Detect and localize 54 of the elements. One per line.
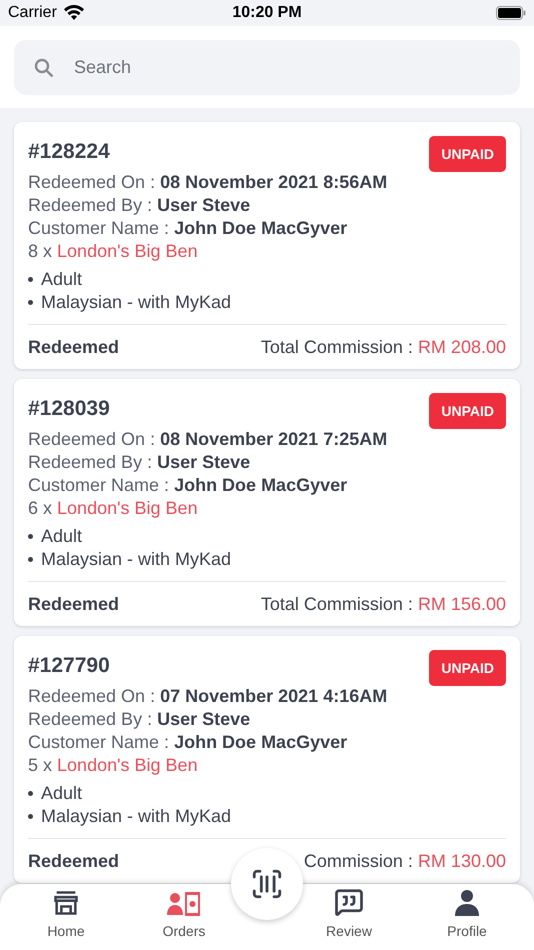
order-detail: Customer Name : John Doe MacGyver [28,474,348,497]
person-icon [454,889,480,917]
search-icon [34,58,54,78]
search-bar[interactable]: Search [14,40,520,95]
order-detail: Redeemed On : 08 November 2021 8:56AM [28,171,388,194]
commission-total: Commission : RM 130.00 [304,850,506,872]
battery-icon [496,6,526,20]
bullet-icon [28,814,33,819]
ticket-option: Malaysian - with MyKad [41,805,232,828]
bullet-icon [28,557,33,562]
order-detail: Redeemed By : User Steve [28,451,252,474]
wifi-icon [62,5,85,21]
order-card[interactable]: #128039 UNPAID Redeemed On : 08 November 2021 7:25AM Redeemed By : User Steve Customer Name : John Doe MacGyver 6 x London's Big Ben Adult Malaysian - with MyKad Redeemed Total Commission : RM 156.00 [14,379,520,626]
tab-bar-item[interactable]: Review [326,884,372,950]
order-detail: Redeemed On : 08 November 2021 7:25AM [28,428,388,451]
barcode-scan-icon [250,867,284,901]
carrier-name: Carrier [8,4,57,22]
order-number: #128039 [28,396,110,422]
store-icon [52,889,80,917]
clock-time: 10:20 PM [232,4,302,22]
quote-bubble-icon [334,887,364,917]
order-number: #128224 [28,139,110,165]
order-detail: Redeemed On : 07 November 2021 4:16AM [28,685,388,708]
order-item: 6 x London's Big Ben [28,497,199,520]
bullet-icon [28,534,33,539]
tab-bar-item[interactable]: Home [47,884,85,950]
bullet-icon [28,277,33,282]
order-item: 5 x London's Big Ben [28,754,199,777]
commission-total: Total Commission : RM 156.00 [260,594,506,614]
redemption-status: Redeemed [28,850,120,872]
order-detail: Redeemed By : User Steve [28,194,252,217]
payment-status-badge: UNPAID [429,393,506,429]
order-card[interactable]: #127790 UNPAID Redeemed On : 07 November 2021 4:16AM Redeemed By : User Steve Customer Name : John Doe MacGyver 5 x London's Big Ben Adult Malaysian - with MyKad Redeemed Commission : RM 130.00 [14,636,520,883]
bullet-icon [28,791,33,796]
commission-total: Total Commission : RM 208.00 [260,336,506,358]
payment-status-badge: UNPAID [429,136,506,172]
ticket-option: Adult [41,782,82,805]
person-banknote-icon [166,891,201,917]
order-detail: Redeemed By : User Steve [28,708,252,731]
redemption-status: Redeemed [28,594,120,614]
bullet-icon [28,300,33,305]
order-detail: Customer Name : John Doe MacGyver [28,731,348,754]
order-card[interactable]: #128224 UNPAID Redeemed On : 08 November 2021 8:56AM Redeemed By : User Steve Customer Name : John Doe MacGyver 8 x London's Big Ben Adult Malaysian - with MyKad Redeemed Total Commission : RM 208.00 [14,122,520,369]
payment-status-badge: UNPAID [429,650,506,686]
order-item: 8 x London's Big Ben [28,240,199,263]
tab-bar-item[interactable]: Profile [447,884,487,950]
tab-bar-item[interactable]: Orders [162,884,206,950]
ticket-option: Adult [41,268,82,291]
order-detail: Customer Name : John Doe MacGyver [28,217,348,240]
ticket-option: Malaysian - with MyKad [41,291,232,314]
order-number: #127790 [28,653,110,679]
ticket-option: Adult [41,525,82,548]
ticket-option: Malaysian - with MyKad [41,548,232,571]
redemption-status: Redeemed [28,336,120,358]
